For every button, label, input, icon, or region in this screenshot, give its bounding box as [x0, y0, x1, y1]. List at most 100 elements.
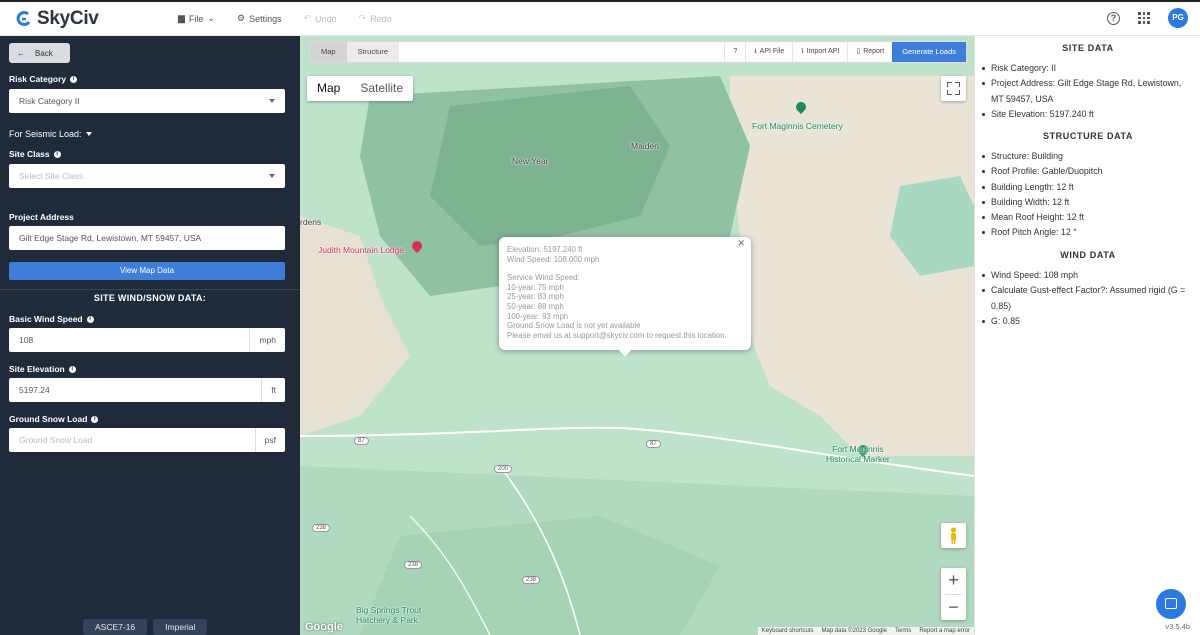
- highway-shield: 200: [494, 465, 513, 473]
- basic-wind-speed-input[interactable]: 108 mph: [9, 328, 285, 352]
- import-api-button[interactable]: ⭱ Import API: [792, 42, 847, 62]
- keyboard-shortcuts-link[interactable]: Keyboard shortcuts: [762, 628, 814, 634]
- map-attribution: Keyboard shortcuts Map data ©2023 Google…: [757, 627, 974, 635]
- user-avatar[interactable]: PG: [1168, 8, 1188, 28]
- report-label: Report: [863, 48, 885, 55]
- info-icon[interactable]: i: [53, 150, 61, 158]
- upload-icon: ⭱: [801, 48, 804, 55]
- terms-link[interactable]: Terms: [895, 628, 911, 634]
- map-label-fort-cemetery[interactable]: Fort Maginnis Cemetery: [752, 121, 843, 131]
- skyciv-logo-icon: [16, 11, 31, 27]
- popup-100-year: 100-year: 93 mph: [507, 311, 569, 321]
- report-button[interactable]: ▯ Report: [847, 42, 892, 62]
- close-icon[interactable]: ✕: [737, 238, 745, 249]
- caret-down-icon: [85, 132, 92, 136]
- help-label: ?: [733, 48, 738, 55]
- map-label-new-year: New Year: [512, 156, 549, 166]
- top-right-controls: ? PG: [1107, 8, 1188, 28]
- info-icon[interactable]: i: [86, 315, 94, 323]
- back-button[interactable]: ← Back: [9, 43, 70, 63]
- tab-map[interactable]: Map: [310, 42, 347, 62]
- google-logo[interactable]: Google: [305, 621, 343, 633]
- right-panel: SITE DATA Risk Category: II Project Addr…: [974, 36, 1200, 635]
- site-elevation-unit: ft: [261, 378, 285, 402]
- brand-name: SkyCiv: [37, 8, 99, 29]
- site-elevation-label-text: Site Elevation: [9, 364, 65, 374]
- popup-service-heading: Service Wind Speed:: [507, 273, 580, 283]
- list-item: Building Width: 12 ft: [982, 195, 1191, 210]
- fullscreen-icon: [955, 90, 960, 95]
- design-code-tab[interactable]: ASCE7-16: [83, 619, 148, 635]
- ground-snow-load-input[interactable]: Ground Snow Load psf: [9, 428, 285, 452]
- project-address-input[interactable]: Gilt Edge Stage Rd, Lewistown, MT 59457,…: [9, 226, 285, 250]
- tab-structure[interactable]: Structure: [346, 42, 400, 62]
- list-item: Mean Roof Height: 12 ft: [982, 210, 1191, 225]
- footer-tabs: ASCE7-16 Imperial: [83, 619, 208, 635]
- popup-10-year: 10-year: 75 mph: [507, 282, 564, 292]
- undo-button[interactable]: ↶ Undo: [304, 13, 337, 24]
- fullscreen-icon: [947, 82, 952, 87]
- risk-category-label: Risk Category i: [9, 74, 78, 84]
- help-button[interactable]: ?: [724, 42, 745, 62]
- map-label-big-springs[interactable]: Big Springs Trout Hatchery & Park: [356, 605, 421, 625]
- list-item: Structure: Building: [982, 149, 1191, 164]
- map-type-satellite-button[interactable]: Satellite: [350, 76, 413, 101]
- list-item: Roof Profile: Gable/Duopitch: [982, 164, 1191, 179]
- basic-wind-speed-unit: mph: [249, 328, 285, 352]
- structure-data-list: Structure: Building Roof Profile: Gable/…: [982, 149, 1191, 241]
- project-address-label: Project Address: [9, 212, 74, 222]
- wind-data-list: Wind Speed: 108 mph Calculate Gust-effec…: [982, 268, 1191, 329]
- report-error-link[interactable]: Report a map error: [919, 628, 970, 634]
- risk-category-label-text: Risk Category: [9, 74, 67, 84]
- file-menu[interactable]: ▆ File ⌄: [178, 13, 215, 24]
- popup-50-year: 50-year: 88 mph: [507, 301, 564, 311]
- units-tab[interactable]: Imperial: [153, 619, 208, 635]
- api-file-label: API File: [759, 48, 785, 55]
- skyciv-logo[interactable]: SkyCiv: [16, 8, 99, 30]
- settings-menu-label: Settings: [249, 13, 282, 24]
- left-sidebar: ← Back Risk Category i Risk Category II …: [0, 36, 300, 635]
- chat-support-button[interactable]: [1156, 589, 1186, 619]
- list-item: Site Elevation: 5197.240 ft: [982, 107, 1191, 122]
- list-item: Roof Pitch Angle: 12 °: [982, 225, 1191, 240]
- map-type-map-button[interactable]: Map: [307, 76, 350, 101]
- highway-shield: 238: [404, 561, 423, 569]
- help-icon[interactable]: ?: [1107, 11, 1120, 25]
- info-icon[interactable]: i: [70, 75, 78, 83]
- map-label-fort-marker[interactable]: Fort Maginnis Historical Marker: [826, 444, 890, 464]
- info-icon[interactable]: i: [68, 365, 76, 373]
- site-class-select[interactable]: Select Site Class: [9, 164, 285, 188]
- seismic-load-label: For Seismic Load:: [9, 129, 82, 139]
- settings-menu[interactable]: ⚙ Settings: [237, 13, 282, 24]
- chat-icon: [1165, 598, 1177, 609]
- risk-category-select[interactable]: Risk Category II: [9, 89, 285, 113]
- list-item: G: 0.85: [982, 314, 1191, 329]
- zoom-in-button[interactable]: +: [941, 568, 966, 594]
- highway-shield: 87: [354, 437, 369, 445]
- map-area[interactable]: Map Structure ? ⭳ API File ⭱ Import API …: [300, 36, 974, 635]
- info-icon[interactable]: i: [91, 415, 99, 423]
- site-elevation-input[interactable]: 5197.24 ft: [9, 378, 285, 402]
- zoom-out-button[interactable]: −: [941, 595, 966, 621]
- version-label: v3.5.4b: [1165, 622, 1190, 631]
- seismic-load-toggle[interactable]: For Seismic Load:: [9, 129, 92, 139]
- fullscreen-button[interactable]: [941, 76, 966, 101]
- popup-spacer: [507, 264, 743, 273]
- generate-loads-button[interactable]: Generate Loads: [892, 42, 966, 62]
- zoom-control: + −: [941, 568, 966, 620]
- ground-snow-load-label-text: Ground Snow Load: [9, 414, 88, 424]
- view-map-data-button[interactable]: View Map Data: [9, 262, 285, 280]
- redo-label: Redo: [370, 13, 392, 24]
- highway-shield: 238: [522, 576, 541, 584]
- chevron-down-icon: ⌄: [207, 13, 215, 23]
- import-api-label: Import API: [806, 48, 840, 55]
- redo-button[interactable]: ↷ Redo: [359, 13, 392, 24]
- map-toolbar: Map Structure ? ⭳ API File ⭱ Import API …: [309, 41, 967, 63]
- api-file-button[interactable]: ⭳ API File: [745, 42, 792, 62]
- apps-grid-icon[interactable]: [1138, 12, 1150, 24]
- ground-snow-load-label: Ground Snow Load i: [9, 414, 99, 424]
- basic-wind-speed-value: 108: [19, 335, 34, 345]
- site-wind-snow-heading: SITE WIND/SNOW DATA:: [93, 293, 207, 303]
- map-label-judith-lodge[interactable]: Judith Mountain Lodge: [318, 245, 404, 255]
- street-view-pegman[interactable]: [941, 523, 966, 548]
